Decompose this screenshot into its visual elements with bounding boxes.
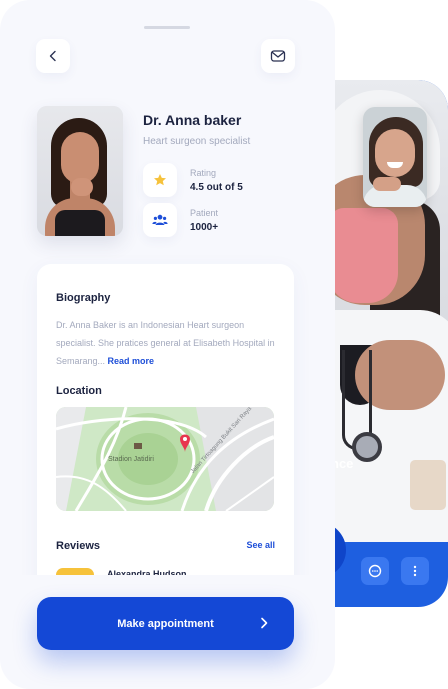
read-more-link[interactable]: Read more	[108, 356, 155, 366]
doctor-specialty: Heart surgeon specialist	[143, 136, 251, 147]
chat-icon	[368, 564, 382, 578]
patient-icon-tile	[143, 203, 177, 237]
reviews-title: Reviews	[56, 540, 101, 552]
details-card: Biography Dr. Anna Baker is an Indonesia…	[37, 264, 294, 594]
location-title: Location	[56, 385, 102, 397]
notch-indicator	[144, 26, 190, 29]
pip-hand	[373, 177, 401, 191]
face-mask	[328, 208, 398, 303]
patient-pip-video[interactable]	[363, 107, 427, 207]
map-label-stadium: Stadion Jatidiri	[108, 456, 154, 463]
see-all-reviews-link[interactable]: See all	[246, 540, 275, 550]
rating-icon-tile	[143, 163, 177, 197]
biography-title: Biography	[56, 292, 111, 304]
star-icon	[154, 174, 166, 186]
patient-label: Patient	[190, 208, 219, 218]
more-button[interactable]	[401, 557, 429, 585]
stethoscope-icon	[352, 432, 382, 462]
make-appointment-label: Make appointment	[117, 617, 214, 630]
pip-face	[375, 129, 415, 177]
avatar-face	[61, 132, 99, 184]
chat-button[interactable]	[361, 557, 389, 585]
rating-value: 4.5 out of 5	[190, 182, 243, 193]
message-button[interactable]	[261, 39, 295, 73]
location-map[interactable]: Stadion Jatidiri Jalan Tirtoagung Bukit …	[56, 407, 274, 511]
biography-text: Dr. Anna Baker is an Indonesian Heart su…	[56, 316, 276, 370]
biography-body: Dr. Anna Baker is an Indonesian Heart su…	[56, 320, 275, 366]
doctor-avatar	[37, 106, 123, 236]
more-vertical-icon	[413, 565, 417, 577]
chevron-left-icon	[49, 50, 56, 62]
users-icon	[152, 214, 168, 225]
doctor-profile-screen: Dr. Anna baker Heart surgeon specialist …	[0, 0, 335, 689]
avatar-hand	[71, 178, 93, 196]
envelope-icon	[270, 50, 286, 62]
doctor-name: Dr. Anna baker	[143, 112, 242, 128]
chevron-right-icon	[261, 617, 268, 629]
avatar-top	[55, 210, 105, 236]
make-appointment-button[interactable]: Make appointment	[37, 597, 294, 650]
back-button[interactable]	[36, 39, 70, 73]
patient-value: 1000+	[190, 222, 219, 233]
id-badge	[410, 460, 446, 510]
rating-label: Rating	[190, 168, 217, 178]
screen: nce Dr. Anna baker Heart surgeon special…	[0, 0, 448, 689]
